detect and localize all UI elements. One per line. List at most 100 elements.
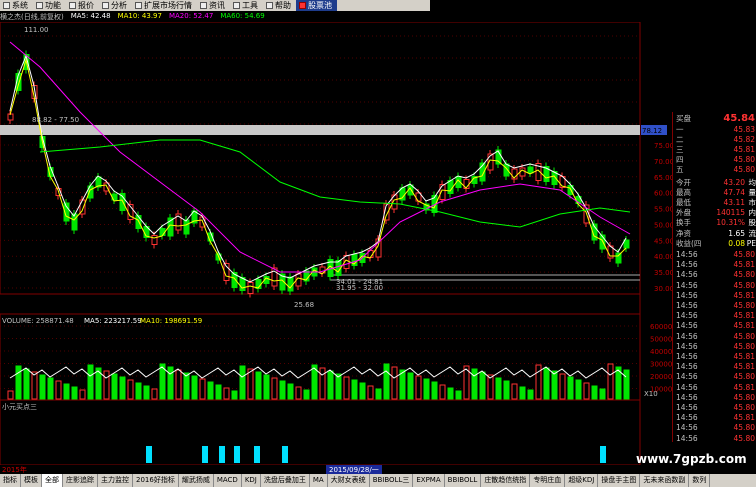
tab-15[interactable]: 庄散趋信统指	[481, 474, 531, 487]
volume-bar	[375, 388, 382, 400]
tab-16[interactable]: 专明庄血	[530, 474, 566, 487]
tab-10[interactable]: MA	[310, 474, 328, 487]
menu-item-1[interactable]: 功能	[33, 0, 66, 11]
stat-row-3: 外盘 140115 内	[673, 208, 756, 218]
stat-row-5: 净资 1.65 流	[673, 228, 756, 238]
tab-20[interactable]: 数列	[689, 474, 711, 487]
menu-item-8[interactable]: 股票池	[296, 0, 337, 11]
tick-row-8-label: 14:56	[676, 331, 698, 341]
menu-item-label: 资讯	[209, 1, 225, 10]
volume-bar	[583, 382, 590, 400]
tick-row-9-value: 45.80	[733, 341, 755, 351]
volume-bar	[415, 375, 422, 400]
menu-item-4[interactable]: 扩展市场行情	[132, 0, 197, 11]
menu-icon	[102, 2, 109, 9]
signal-bar	[234, 446, 240, 463]
indicator-frame	[0, 399, 641, 465]
menu-item-2[interactable]: 报价	[66, 0, 99, 11]
indicator-title: 小元买点三	[2, 402, 37, 411]
quote-panel: 买盘 45.84 一 45.83 二 45.82 三 45.81 四 45.80 五 45.80 今开 4…	[672, 112, 756, 443]
tab-14[interactable]: BBIBOLL	[445, 474, 482, 487]
kline-chart[interactable]: 75.00 70.00 65.00 60.00 55.00 50.00 45.00 40.00…	[0, 22, 672, 465]
volume-bar	[575, 379, 582, 400]
tab-1[interactable]: 模板	[21, 474, 42, 487]
tab-5[interactable]: 2016好指标	[133, 474, 179, 487]
tab-7[interactable]: MACD	[214, 474, 242, 487]
tick-row-0-label: 14:56	[676, 249, 698, 259]
volume-bar	[599, 388, 606, 400]
marker-label: 78.12	[642, 127, 662, 135]
menu-item-label: 系统	[12, 1, 28, 10]
tab-8[interactable]: KDJ	[242, 474, 261, 487]
tick-row-13: 14:56 45.81	[673, 382, 756, 392]
tick-row-15-value: 45.80	[733, 402, 755, 412]
signal-bar	[202, 446, 208, 463]
tick-row-6-value: 45.81	[733, 311, 755, 321]
menu-item-label: 工具	[242, 1, 258, 10]
volume-bar	[63, 383, 70, 400]
stat-row-1-value: 47.74	[723, 187, 745, 197]
volume-bar	[143, 385, 150, 400]
tick-row-14-label: 14:56	[676, 392, 698, 402]
volume-bar	[215, 384, 222, 400]
tab-11[interactable]: 大财女表统	[328, 474, 370, 487]
tick-row-1: 14:56 45.81	[673, 260, 756, 270]
bid-row-0-value: 45.83	[733, 124, 755, 134]
menu-item-7[interactable]: 帮助	[263, 0, 296, 11]
candle-body	[183, 219, 190, 235]
tick-row-11: 14:56 45.81	[673, 362, 756, 372]
volume-bar	[367, 385, 374, 400]
tick-row-7-label: 14:56	[676, 321, 698, 331]
tab-2[interactable]: 全部	[42, 474, 63, 487]
tick-row-0: 14:56 45.80	[673, 249, 756, 259]
menu-item-0[interactable]: 系统	[0, 0, 33, 11]
tick-row-2-label: 14:56	[676, 270, 698, 280]
volume-bar	[471, 368, 478, 400]
tab-19[interactable]: 无未来函数副	[640, 474, 690, 487]
tab-4[interactable]: 主力监控	[98, 474, 133, 487]
volume-bar	[351, 379, 358, 400]
menu-item-3[interactable]: 分析	[99, 0, 132, 11]
signal-bar	[146, 446, 152, 463]
tick-row-4-value: 45.81	[733, 290, 755, 300]
volume-bar	[623, 369, 630, 400]
tab-17[interactable]: 超级KDJ	[565, 474, 599, 487]
volume-bar	[15, 365, 22, 400]
tab-13[interactable]: EXPMA	[413, 474, 445, 487]
tick-row-2: 14:56 45.80	[673, 270, 756, 280]
price-axis-label: 35.00	[654, 269, 672, 277]
chart-info-line: 横之杰(日线,前复权) MA5: 42.48 MA10: 43.97 MA20:…	[0, 12, 272, 22]
menu-icon	[36, 2, 43, 9]
tab-18[interactable]: 操盘手主图	[598, 474, 641, 487]
volume-bar	[551, 370, 558, 400]
tab-12[interactable]: BBIBOLL三	[370, 474, 414, 487]
volume-ma10: MA10: 198691.59	[140, 317, 202, 325]
tab-0[interactable]: 指标	[0, 474, 21, 487]
volume-bar	[591, 385, 598, 400]
ma5-label: MA5: 42.48	[70, 12, 111, 20]
tab-9[interactable]: 洗盘后叠加王	[261, 474, 310, 487]
menu-item-5[interactable]: 资讯	[197, 0, 230, 11]
tick-row-9: 14:56 45.80	[673, 341, 756, 351]
tab-3[interactable]: 庄影追踪	[63, 474, 98, 487]
candle-body	[615, 252, 622, 264]
menu-item-6[interactable]: 工具	[230, 0, 263, 11]
volume-bar	[39, 374, 46, 400]
volume-bar	[279, 380, 286, 400]
price-axis-label: 40.00	[654, 253, 672, 261]
tab-6[interactable]: 耀武扬威	[179, 474, 214, 487]
volume-bar	[135, 382, 142, 400]
price-axis-label: 50.00	[654, 221, 672, 229]
volume-bar	[263, 374, 270, 400]
price-axis-label: 45.00	[654, 237, 672, 245]
menu-icon	[69, 2, 76, 9]
volume-bar	[119, 376, 126, 400]
tick-row-16: 14:56 45.81	[673, 413, 756, 423]
date-bar: 2015年 2015/09/28/一	[0, 465, 640, 475]
volume-bar	[319, 367, 326, 400]
volume-ma5: MA5: 223217.59	[84, 317, 142, 325]
bid-row-2: 三 45.81	[673, 144, 756, 154]
menu-icon	[299, 2, 306, 9]
volume-bar	[511, 383, 518, 400]
volume-axis-label: 40000	[650, 348, 672, 356]
